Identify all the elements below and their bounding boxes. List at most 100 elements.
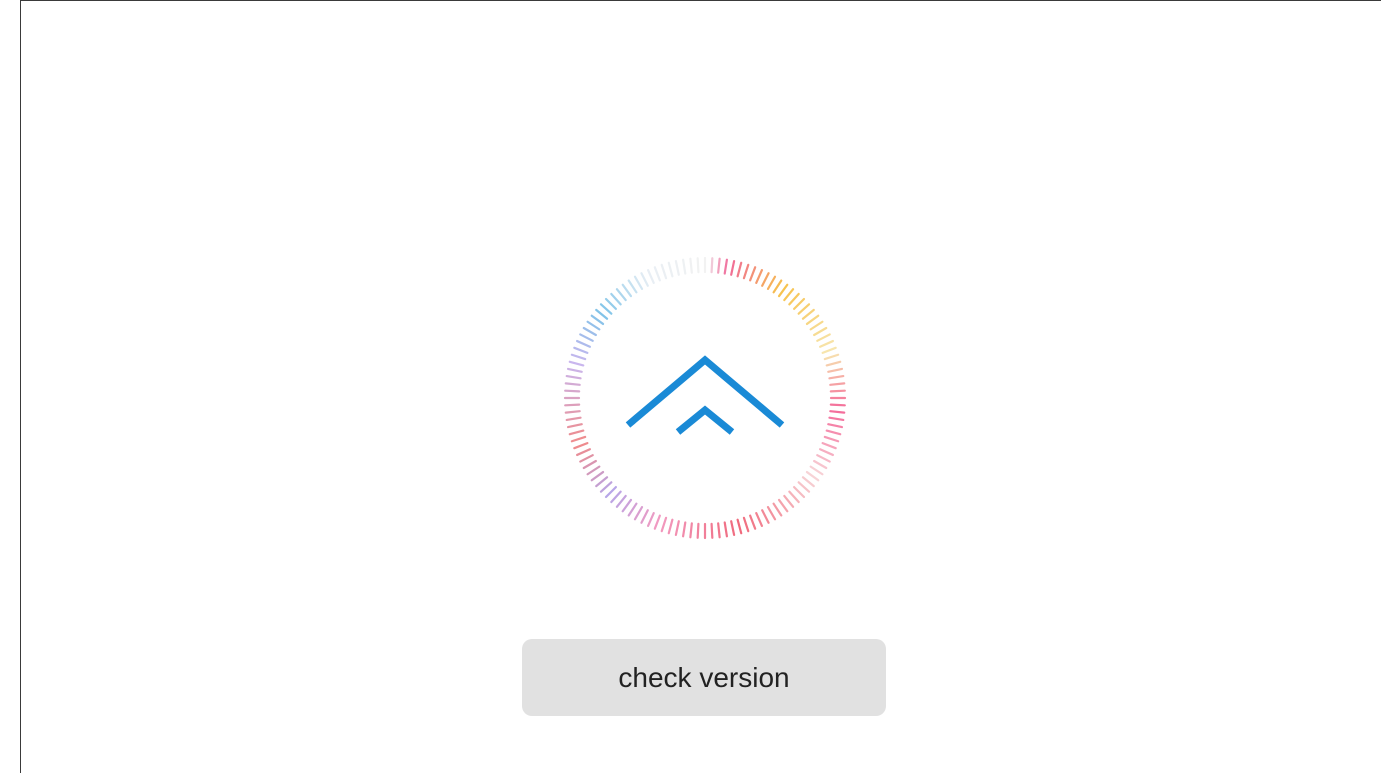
ring-tick: [568, 360, 585, 367]
ring-tick: [823, 435, 840, 443]
ring-tick: [766, 506, 777, 521]
ring-tick: [595, 308, 609, 320]
ring-tick: [717, 257, 721, 274]
ring-tick: [742, 263, 750, 280]
ring-tick: [821, 346, 837, 354]
ring-tick: [573, 346, 589, 354]
ring-tick: [682, 521, 687, 538]
ring-tick: [788, 490, 800, 504]
ring-tick: [586, 320, 601, 331]
ring-tick: [566, 367, 583, 373]
ring-tick: [653, 266, 661, 282]
ring-tick: [816, 454, 831, 463]
ring-tick: [710, 257, 714, 274]
ring-tick: [797, 303, 811, 315]
ring-tick: [793, 486, 806, 499]
ring-tick: [582, 459, 597, 470]
frame-border-top: [20, 0, 1381, 1]
ring-tick: [599, 303, 613, 315]
ring-tick: [717, 522, 721, 539]
ring-tick: [640, 272, 649, 287]
ring-tick: [828, 416, 845, 421]
ring-tick: [696, 257, 700, 274]
ring-tick: [821, 442, 837, 450]
ring-tick: [783, 288, 795, 302]
ring-tick: [564, 410, 581, 414]
ring-tick: [825, 360, 842, 367]
ring-tick: [674, 520, 680, 537]
ring-tick: [633, 275, 644, 290]
ring-tick: [755, 512, 764, 527]
ring-tick: [590, 314, 605, 326]
ring-tick: [736, 261, 743, 278]
ring-tick: [667, 261, 674, 278]
ring-tick: [783, 494, 795, 508]
ring-tick: [809, 320, 824, 331]
ring-tick: [576, 339, 591, 348]
ring-tick: [590, 470, 605, 482]
ring-tick: [564, 403, 581, 407]
ring-tick: [586, 465, 601, 476]
ring-tick: [772, 279, 783, 294]
ring-tick: [805, 470, 820, 482]
ring-tick: [582, 326, 597, 337]
ring-tick: [579, 454, 594, 463]
ring-tick: [819, 339, 834, 348]
ring-tick: [604, 486, 618, 499]
ring-tick: [565, 416, 582, 421]
ring-tick: [595, 476, 609, 488]
ring-tick: [621, 498, 633, 513]
ring-tick: [599, 481, 613, 493]
ring-tick: [809, 465, 824, 476]
ring-tick: [579, 333, 594, 342]
ring-tick: [633, 506, 644, 521]
ring-tick: [801, 308, 815, 320]
ring-tick: [564, 389, 581, 393]
update-screen: check version: [0, 0, 1381, 773]
check-version-button[interactable]: check version: [522, 639, 886, 716]
ring-tick: [828, 375, 845, 380]
ring-tick: [576, 448, 591, 457]
ring-tick: [627, 502, 638, 517]
ring-tick: [653, 514, 661, 530]
ring-tick: [568, 429, 585, 436]
ring-tick: [777, 498, 789, 513]
ring-tick: [621, 283, 633, 298]
ring-tick: [646, 512, 655, 527]
ring-tick: [829, 403, 846, 407]
ring-tick: [667, 518, 674, 535]
ring-tick: [730, 520, 736, 537]
ring-tick: [827, 367, 844, 373]
ring-tick: [823, 353, 840, 361]
ring-tick: [813, 459, 828, 470]
ring-tick: [660, 516, 668, 533]
ring-tick: [730, 259, 736, 276]
ring-tick: [736, 518, 743, 535]
ring-tick: [749, 514, 757, 530]
ring-tick: [749, 266, 757, 282]
ring-tick: [627, 279, 638, 294]
ring-tick: [682, 258, 687, 275]
ring-tick: [565, 375, 582, 380]
ring-tick: [689, 257, 693, 274]
ring-tick: [615, 288, 627, 302]
ring-tick: [646, 269, 655, 284]
ring-tick: [610, 490, 622, 504]
ring-tick: [570, 435, 587, 443]
ring-tick: [793, 297, 806, 311]
ring-tick: [674, 259, 680, 276]
ring-tick: [640, 509, 649, 524]
ring-tick: [816, 333, 831, 342]
ring-tick: [777, 283, 789, 298]
ring-tick: [827, 423, 844, 429]
ring-tick: [615, 494, 627, 508]
ring-tick: [801, 476, 815, 488]
ring-tick: [788, 292, 800, 306]
ring-tick: [710, 522, 714, 539]
ring-tick: [566, 423, 583, 429]
ring-tick: [825, 429, 842, 436]
ring-tick: [805, 314, 820, 326]
ring-tick: [570, 353, 587, 361]
ring-tick: [813, 326, 828, 337]
ring-tick: [604, 297, 618, 311]
